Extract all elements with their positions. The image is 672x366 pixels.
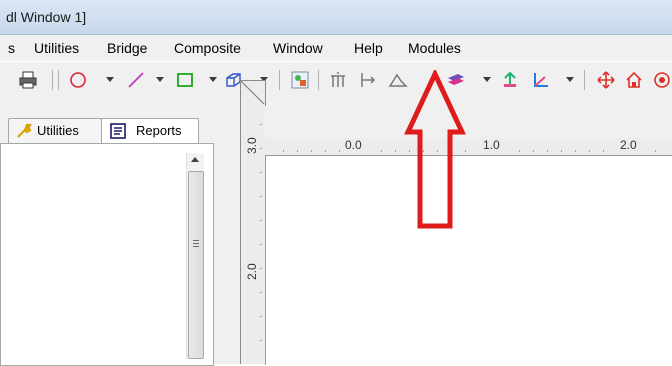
tab-reports[interactable]: Reports [101, 118, 199, 143]
rectangle-dropdown[interactable] [209, 77, 217, 82]
toolbar [0, 62, 672, 99]
menu-item-composite[interactable]: Composite [174, 40, 241, 56]
menu-bar: s Utilities Bridge Composite Window Help… [0, 35, 672, 61]
window-title: dl Window 1] [6, 9, 87, 25]
menu-item-help[interactable]: Help [354, 40, 383, 56]
support-icon[interactable] [358, 70, 378, 90]
v-ruler-label-3: 3.0 [245, 137, 259, 154]
layers-dropdown[interactable] [483, 77, 491, 82]
title-bar: dl Window 1] [0, 0, 672, 35]
rectangle-icon[interactable] [175, 70, 195, 90]
drawing-canvas[interactable] [265, 155, 672, 365]
vertical-ruler: 3.0 2.0 [240, 104, 265, 364]
tab-utilities-label: Utilities [37, 123, 79, 138]
columns-icon[interactable] [328, 70, 348, 90]
ruler-corner [240, 80, 266, 106]
scroll-up-arrow[interactable] [191, 157, 199, 162]
horizontal-ruler: 0.0 1.0 2.0 [265, 138, 672, 156]
panel-body [0, 143, 214, 366]
pin-icon[interactable] [500, 70, 520, 90]
circle-dropdown[interactable] [106, 77, 114, 82]
menu-item-bridge[interactable]: Bridge [107, 40, 147, 56]
v-ruler-label-2: 2.0 [245, 263, 259, 280]
image-icon[interactable] [290, 70, 310, 90]
circle-icon[interactable] [68, 70, 88, 90]
menu-item-window[interactable]: Window [273, 40, 323, 56]
annotation-up-arrow-icon [404, 70, 466, 229]
vertical-scrollbar[interactable] [186, 153, 204, 359]
home-icon[interactable] [624, 70, 644, 90]
scroll-thumb[interactable] [188, 171, 204, 359]
tab-reports-label: Reports [136, 123, 182, 138]
report-icon [109, 122, 127, 143]
move-icon[interactable] [596, 70, 616, 90]
tab-utilities[interactable]: Utilities [8, 118, 102, 143]
menu-item-modules[interactable]: Modules [408, 40, 461, 56]
line-dropdown[interactable] [156, 77, 164, 82]
wrench-icon [15, 122, 33, 143]
menu-item-s[interactable]: s [8, 40, 15, 56]
print-icon[interactable] [18, 70, 38, 90]
menu-item-utilities[interactable]: Utilities [34, 40, 79, 56]
axis-dropdown[interactable] [566, 77, 574, 82]
scroll-grip-icon [193, 240, 199, 247]
line-icon[interactable] [126, 70, 146, 90]
target-icon[interactable] [652, 70, 672, 90]
axis-icon[interactable] [530, 70, 550, 90]
